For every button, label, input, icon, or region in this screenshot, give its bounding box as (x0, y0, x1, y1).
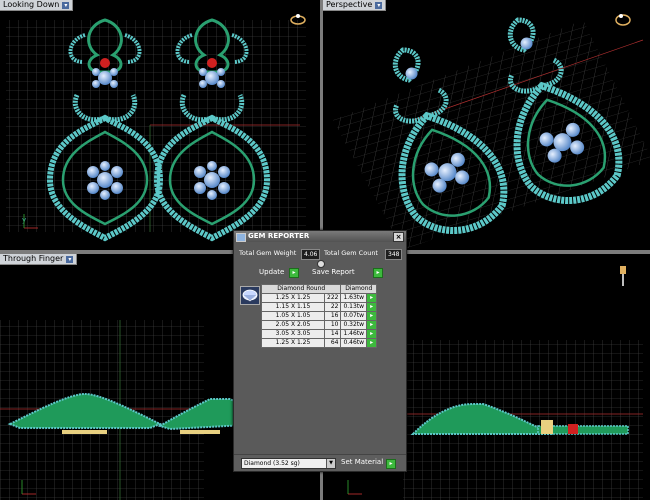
row-select-button[interactable]: ▸ (366, 311, 378, 321)
gem-count-cell: 16 (323, 311, 342, 321)
table-row: 3.05 X 3.05 14 1.46tw ▸ (261, 329, 378, 339)
gem-reporter-panel[interactable]: GEM REPORTER × Total Gem Weight 4.06 Tot… (233, 230, 407, 472)
ring-view-icon (290, 14, 306, 25)
chevron-down-icon[interactable]: ▾ (66, 255, 74, 263)
save-report-button[interactable]: ▸ (373, 268, 383, 278)
set-material-label[interactable]: Set Material (341, 458, 383, 466)
collapse-toggle[interactable] (317, 260, 325, 268)
gem-weight-cell: 0.46tw (340, 338, 368, 348)
gem-size-cell: 2.05 X 2.05 (261, 320, 325, 330)
viewport-label-looking-down[interactable]: Looking Down ▾ (0, 0, 74, 11)
table-row: 2.05 X 2.05 10 0.32tw ▸ (261, 320, 378, 330)
column-header-material: Diamond (340, 284, 378, 294)
pin-view-icon (620, 266, 626, 286)
totals-row: Total Gem Weight 4.06 Total Gem Count 34… (237, 249, 403, 260)
table-row: 1.25 X 1.25 64 0.46tw ▸ (261, 338, 378, 348)
viewport-label-perspective[interactable]: Perspective ▾ (323, 0, 387, 11)
gem-size-cell: 1.05 X 1.05 (261, 311, 325, 321)
gem-table: Diamond Round Diamond 1.25 X 1.25 222 1.63… (260, 284, 378, 348)
close-icon[interactable]: × (393, 232, 404, 242)
gem-weight-cell: 0.32tw (340, 320, 368, 330)
gem-weight-cell: 0.13tw (340, 302, 368, 312)
action-row: Update ▸ Save Report ▸ (234, 268, 406, 278)
total-weight-value: 4.06 (301, 249, 321, 260)
row-select-button[interactable]: ▸ (366, 329, 378, 339)
chevron-down-icon[interactable]: ▾ (62, 1, 70, 9)
gem-size-cell: 3.05 X 3.05 (261, 329, 325, 339)
set-material-button[interactable]: ▸ (386, 459, 396, 469)
gem-count-cell: 222 (323, 293, 342, 303)
table-row: 1.25 X 1.25 222 1.63tw ▸ (261, 293, 378, 303)
row-select-button[interactable]: ▸ (366, 293, 378, 303)
gem-count-cell: 22 (323, 302, 342, 312)
ring-view-icon (615, 14, 631, 26)
gem-weight-cell: 0.07tw (340, 311, 368, 321)
chevron-down-icon[interactable]: ▼ (326, 459, 335, 468)
update-button[interactable]: ▸ (289, 268, 299, 278)
viewport-label-through-finger[interactable]: Through Finger ▾ (0, 254, 78, 265)
gem-weight-cell: 1.46tw (340, 329, 368, 339)
chevron-down-icon[interactable]: ▾ (375, 1, 383, 9)
material-select[interactable]: Diamond (3.52 sg) ▼ (241, 458, 336, 469)
total-weight-label: Total Gem Weight (239, 249, 297, 257)
row-select-button[interactable]: ▸ (366, 302, 378, 312)
viewport-title: Looking Down (3, 0, 60, 9)
save-report-label[interactable]: Save Report (312, 268, 355, 276)
gem-reporter-title: GEM REPORTER (248, 232, 310, 240)
viewport-title: Through Finger (3, 254, 64, 263)
gem-size-cell: 1.25 X 1.25 (261, 338, 325, 348)
total-count-label: Total Gem Count (324, 249, 378, 257)
gem-count-cell: 64 (323, 338, 342, 348)
column-header-shape: Diamond Round (260, 284, 342, 294)
viewport-perspective[interactable]: Perspective ▾ (323, 0, 650, 250)
update-button-label[interactable]: Update (259, 268, 284, 276)
earring-left-top[interactable] (0, 0, 320, 250)
viewport-title: Perspective (326, 0, 373, 9)
gem-count-cell: 14 (323, 329, 342, 339)
table-row: 1.05 X 1.05 16 0.07tw ▸ (261, 311, 378, 321)
gem-reporter-icon (236, 233, 246, 242)
gem-reporter-titlebar[interactable]: GEM REPORTER × (234, 231, 406, 242)
gem-weight-cell: 1.63tw (340, 293, 368, 303)
grid-perspective (333, 14, 650, 250)
total-count-value: 348 (385, 249, 403, 260)
row-select-button[interactable]: ▸ (366, 320, 378, 330)
row-select-button[interactable]: ▸ (366, 338, 378, 348)
gem-size-cell: 1.25 X 1.25 (261, 293, 325, 303)
material-bar: Diamond (3.52 sg) ▼ Set Material ▸ (234, 454, 406, 471)
diamond-round-icon (240, 286, 260, 305)
table-row: 1.15 X 1.15 22 0.13tw ▸ (261, 302, 378, 312)
viewport-looking-down[interactable]: y (0, 0, 320, 250)
gem-count-cell: 10 (323, 320, 342, 330)
gem-size-cell: 1.15 X 1.15 (261, 302, 325, 312)
material-select-value: Diamond (3.52 sg) (244, 460, 300, 467)
